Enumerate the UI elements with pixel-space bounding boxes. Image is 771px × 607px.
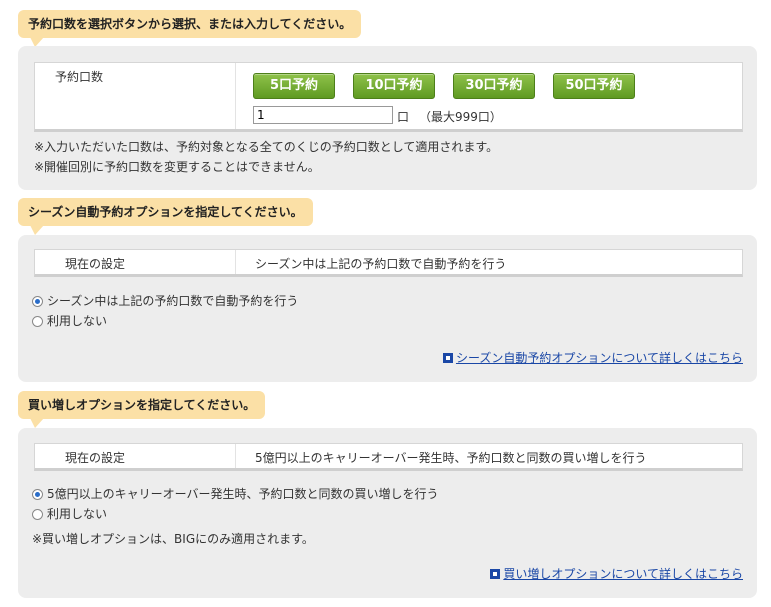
option-label: シーズン中は上記の予約口数で自動予約を行う xyxy=(47,294,299,308)
reservation-count-label: 予約口数 xyxy=(55,70,104,84)
season-option-none[interactable]: 利用しない xyxy=(32,312,107,330)
link-icon xyxy=(490,569,501,579)
season-current-label: 現在の設定 xyxy=(65,257,126,271)
buy-more-details-link[interactable]: 買い増しオプションについて詳しくはこちら xyxy=(490,565,743,582)
reservation-count-panel: 予約口数 5口予約 10口予約 30口予約 50口予約 口 （最大999口） ※… xyxy=(18,46,757,190)
big-only-note: ※買い増しオプションは、BIGにのみ適用されます。 xyxy=(32,532,314,546)
reserve-50-button[interactable]: 50口予約 xyxy=(553,73,635,99)
quantity-input[interactable] xyxy=(253,106,393,124)
section-reservation-count-title: 予約口数を選択ボタンから選択、または入力してください。 xyxy=(18,10,362,47)
option-label: 5億円以上のキャリーオーバー発生時、予約口数と同数の買い増しを行う xyxy=(47,487,439,501)
buy-more-current-setting-box: 現在の設定 5億円以上のキャリーオーバー発生時、予約口数と同数の買い増しを行う xyxy=(34,443,743,471)
apply-note: ※入力いただいた口数は、予約対象となる全てのくじの予約口数として適用されます。 xyxy=(34,140,499,154)
reserve-10-button[interactable]: 10口予約 xyxy=(353,73,435,99)
season-current-setting-box: 現在の設定 シーズン中は上記の予約口数で自動予約を行う xyxy=(34,249,743,277)
buy-more-option-none[interactable]: 利用しない xyxy=(32,505,107,523)
buy-more-current-label: 現在の設定 xyxy=(65,451,126,465)
section-title-text: 買い増しオプションを指定してください。 xyxy=(28,398,256,412)
max-quantity-note: （最大999口） xyxy=(419,110,502,124)
section-buy-more-option-title: 買い増しオプションを指定してください。 xyxy=(18,391,266,428)
reserve-5-button[interactable]: 5口予約 xyxy=(253,73,335,99)
season-option-auto[interactable]: シーズン中は上記の予約口数で自動予約を行う xyxy=(32,292,298,310)
link-text[interactable]: シーズン自動予約オプションについて詳しくはこちら xyxy=(456,351,743,365)
buy-more-current-value: 5億円以上のキャリーオーバー発生時、予約口数と同数の買い増しを行う xyxy=(255,451,647,465)
link-icon xyxy=(442,353,453,363)
radio-selected-icon[interactable] xyxy=(32,296,43,307)
reservation-count-box: 予約口数 5口予約 10口予約 30口予約 50口予約 口 （最大999口） xyxy=(34,62,743,132)
divider xyxy=(235,250,236,274)
unit-label: 口 xyxy=(397,110,410,124)
option-label: 利用しない xyxy=(47,314,108,328)
divider xyxy=(235,63,236,129)
divider xyxy=(235,444,236,468)
buy-more-option-carryover[interactable]: 5億円以上のキャリーオーバー発生時、予約口数と同数の買い増しを行う xyxy=(32,485,439,503)
season-option-panel: 現在の設定 シーズン中は上記の予約口数で自動予約を行う シーズン中は上記の予約口… xyxy=(18,235,757,382)
buy-more-option-panel: 現在の設定 5億円以上のキャリーオーバー発生時、予約口数と同数の買い増しを行う … xyxy=(18,428,757,598)
section-season-option-title: シーズン自動予約オプションを指定してください。 xyxy=(18,198,313,235)
reserve-30-button[interactable]: 30口予約 xyxy=(453,73,535,99)
section-title-text: シーズン自動予約オプションを指定してください。 xyxy=(28,205,303,219)
option-label: 利用しない xyxy=(47,507,108,521)
section-title-text: 予約口数を選択ボタンから選択、または入力してください。 xyxy=(28,17,352,31)
season-current-value: シーズン中は上記の予約口数で自動予約を行う xyxy=(255,257,507,271)
season-option-details-link[interactable]: シーズン自動予約オプションについて詳しくはこちら xyxy=(442,349,743,366)
radio-selected-icon[interactable] xyxy=(32,489,43,500)
change-note: ※開催回別に予約口数を変更することはできません。 xyxy=(34,160,320,174)
radio-unselected-icon[interactable] xyxy=(32,316,43,327)
radio-unselected-icon[interactable] xyxy=(32,509,43,520)
link-text[interactable]: 買い増しオプションについて詳しくはこちら xyxy=(503,567,743,581)
